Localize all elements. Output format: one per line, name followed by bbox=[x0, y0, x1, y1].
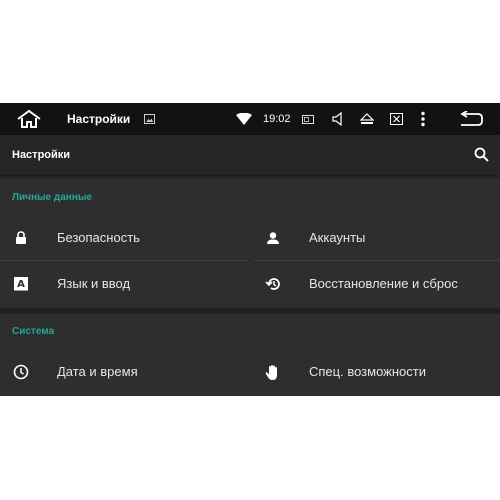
eject-icon[interactable] bbox=[360, 103, 374, 135]
clock-text: 19:02 bbox=[263, 113, 291, 125]
settings-item-label: Безопасность bbox=[57, 230, 140, 245]
page-title: Настройки bbox=[12, 149, 71, 161]
overflow-menu-icon[interactable] bbox=[420, 103, 426, 135]
language-icon: A bbox=[12, 275, 30, 293]
home-icon[interactable] bbox=[16, 103, 42, 135]
action-bar: Настройки bbox=[0, 135, 500, 175]
section-separator bbox=[0, 308, 500, 314]
settings-item-label: Аккаунты bbox=[309, 230, 366, 245]
settings-item-accessibility[interactable]: Спец. возможности bbox=[252, 350, 500, 394]
wifi-icon bbox=[236, 103, 252, 135]
account-icon bbox=[264, 229, 282, 247]
section-header-system: Система bbox=[12, 326, 55, 337]
close-box-icon[interactable] bbox=[390, 103, 403, 135]
hand-icon bbox=[264, 363, 282, 381]
settings-item-date-time[interactable]: Дата и время bbox=[0, 350, 248, 394]
action-bar-shadow bbox=[0, 175, 500, 180]
android-settings-screen: Настройки 19:02 Настройки Личные данные … bbox=[0, 103, 500, 396]
settings-item-label: Дата и время bbox=[57, 364, 138, 379]
settings-item-security[interactable]: Безопасность bbox=[0, 216, 248, 260]
svg-text:A: A bbox=[17, 279, 25, 290]
gallery-icon bbox=[144, 103, 155, 135]
lock-icon bbox=[12, 229, 30, 247]
restore-icon bbox=[264, 275, 282, 293]
status-bar-title: Настройки bbox=[67, 112, 131, 126]
search-icon[interactable] bbox=[474, 147, 489, 167]
settings-item-label: Язык и ввод bbox=[57, 276, 131, 291]
divider bbox=[253, 260, 500, 261]
sd-card-icon bbox=[302, 103, 314, 135]
settings-item-backup-reset[interactable]: Восстановление и сброс bbox=[252, 262, 500, 306]
divider bbox=[0, 260, 247, 261]
settings-item-label: Восстановление и сброс bbox=[309, 276, 458, 291]
back-icon[interactable] bbox=[458, 103, 484, 135]
status-bar: Настройки 19:02 bbox=[0, 103, 500, 135]
settings-item-label: Спец. возможности bbox=[309, 364, 426, 379]
settings-item-accounts[interactable]: Аккаунты bbox=[252, 216, 500, 260]
volume-icon[interactable] bbox=[332, 103, 344, 135]
clock-icon bbox=[12, 363, 30, 381]
settings-item-language[interactable]: A Язык и ввод bbox=[0, 262, 248, 306]
section-header-personal: Личные данные bbox=[12, 192, 92, 203]
